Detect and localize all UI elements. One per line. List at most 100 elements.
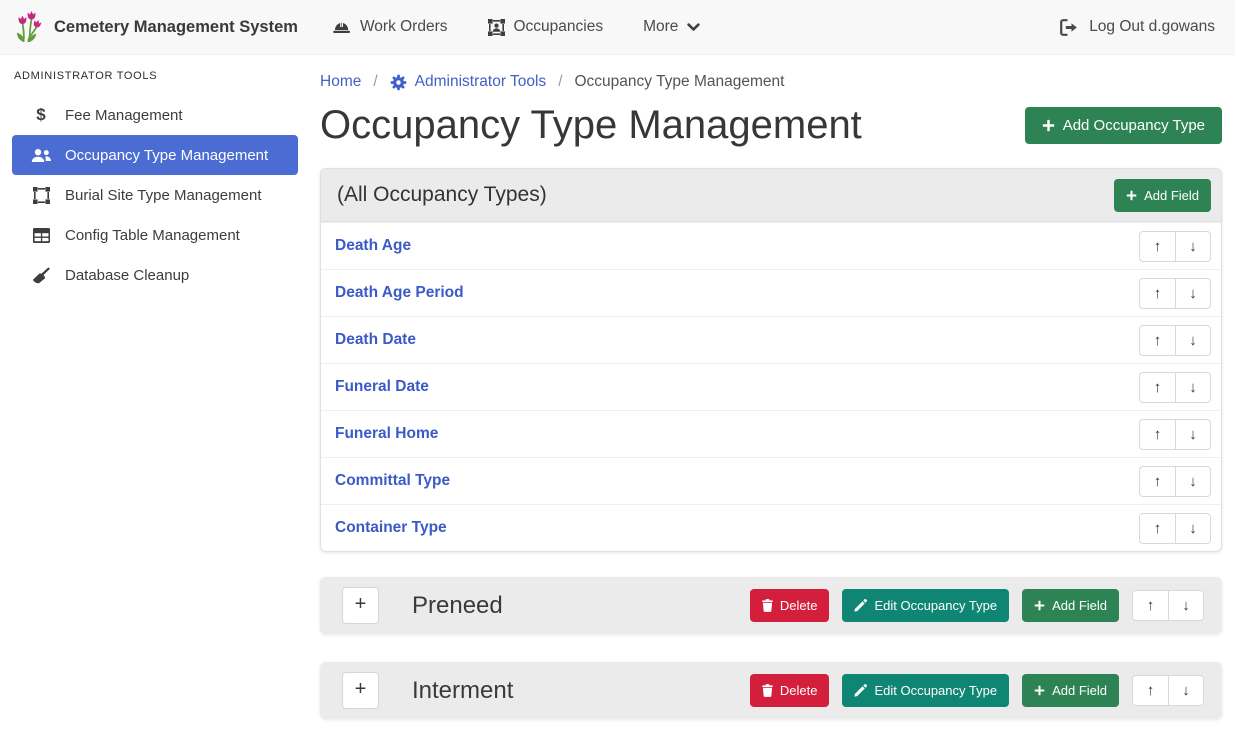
pencil-icon [854, 599, 867, 612]
add-occupancy-type-label: Add Occupancy Type [1063, 117, 1205, 134]
app-title: Cemetery Management System [54, 18, 298, 37]
move-down-button[interactable]: ↓ [1175, 513, 1211, 544]
edit-occupancy-type-button[interactable]: Edit Occupancy Type [842, 674, 1009, 707]
move-up-button[interactable]: ↑ [1139, 466, 1175, 497]
sidebar-item-config-table-management[interactable]: Config Table Management [12, 215, 298, 255]
arrow-up-icon: ↑ [1154, 285, 1162, 302]
arrow-down-icon: ↓ [1189, 332, 1197, 349]
reorder-buttons: ↑ ↓ [1132, 675, 1204, 706]
sidebar-item-label: Fee Management [65, 107, 183, 124]
expand-button[interactable]: + [342, 587, 379, 624]
plus-icon [1034, 600, 1045, 611]
move-down-button[interactable]: ↓ [1175, 325, 1211, 356]
add-field-button[interactable]: Add Field [1114, 179, 1211, 212]
move-down-button[interactable]: ↓ [1168, 590, 1204, 621]
trash-icon [762, 599, 773, 612]
move-down-button[interactable]: ↓ [1175, 231, 1211, 262]
add-field-button[interactable]: Add Field [1022, 589, 1119, 622]
add-occupancy-type-button[interactable]: Add Occupancy Type [1025, 107, 1222, 144]
occupancy-type-section-preneed: + Preneed Delete Edit Occupancy Type [320, 577, 1222, 634]
plus-icon [1042, 119, 1055, 132]
tulip-logo-icon [14, 10, 44, 44]
breadcrumb-home[interactable]: Home [320, 73, 361, 91]
sidebar-item-label: Burial Site Type Management [65, 187, 262, 204]
pencil-icon [854, 684, 867, 697]
arrow-up-icon: ↑ [1154, 520, 1162, 537]
sidebar-item-occupancy-type-management[interactable]: Occupancy Type Management [12, 135, 298, 175]
gear-icon [390, 74, 407, 91]
nav-link-label: Work Orders [360, 18, 448, 36]
delete-button[interactable]: Delete [750, 589, 830, 622]
reorder-buttons: ↑ ↓ [1132, 590, 1204, 621]
breadcrumb-current: Occupancy Type Management [575, 73, 785, 91]
arrow-up-icon: ↑ [1154, 238, 1162, 255]
expand-button[interactable]: + [342, 672, 379, 709]
move-down-button[interactable]: ↓ [1175, 419, 1211, 450]
arrow-up-icon: ↑ [1154, 473, 1162, 490]
field-link-funeral-home[interactable]: Funeral Home [335, 425, 438, 443]
breadcrumb-section-label: Administrator Tools [415, 73, 547, 91]
field-link-container-type[interactable]: Container Type [335, 519, 447, 537]
move-up-button[interactable]: ↑ [1139, 278, 1175, 309]
reorder-buttons: ↑ ↓ [1139, 372, 1211, 403]
arrow-down-icon: ↓ [1182, 597, 1190, 614]
move-up-button[interactable]: ↑ [1139, 513, 1175, 544]
arrow-down-icon: ↓ [1182, 682, 1190, 699]
field-row: Funeral Home ↑ ↓ [321, 410, 1221, 457]
chevron-down-icon [687, 23, 700, 32]
section-actions: Delete Edit Occupancy Type Add Field ↑ [750, 589, 1204, 622]
arrow-down-icon: ↓ [1189, 520, 1197, 537]
logout-link[interactable]: Log Out d.gowans [1060, 18, 1215, 36]
field-link-funeral-date[interactable]: Funeral Date [335, 378, 429, 396]
person-frame-icon [488, 19, 505, 36]
nav-occupancies[interactable]: Occupancies [468, 18, 624, 36]
add-field-button[interactable]: Add Field [1022, 674, 1119, 707]
add-field-label: Add Field [1144, 188, 1199, 203]
move-down-button[interactable]: ↓ [1175, 278, 1211, 309]
app-brand[interactable]: Cemetery Management System [14, 10, 298, 44]
arrow-up-icon: ↑ [1147, 682, 1155, 699]
field-row: Funeral Date ↑ ↓ [321, 363, 1221, 410]
field-link-committal-type[interactable]: Committal Type [335, 472, 450, 490]
field-link-death-date[interactable]: Death Date [335, 331, 416, 349]
nav-link-label: More [643, 18, 678, 36]
move-up-button[interactable]: ↑ [1132, 590, 1168, 621]
reorder-buttons: ↑ ↓ [1139, 325, 1211, 356]
frame-corners-icon [28, 187, 54, 204]
occupancy-type-section-interment: + Interment Delete Edit Occupancy Type [320, 662, 1222, 719]
dollar-icon: $ [28, 105, 54, 125]
sidebar-item-label: Occupancy Type Management [65, 147, 268, 164]
logout-label: Log Out d.gowans [1089, 18, 1215, 36]
card-title: (All Occupancy Types) [337, 183, 547, 207]
move-down-button[interactable]: ↓ [1175, 372, 1211, 403]
sidebar-item-fee-management[interactable]: $ Fee Management [12, 95, 298, 135]
arrow-up-icon: ↑ [1154, 332, 1162, 349]
field-link-death-age[interactable]: Death Age [335, 237, 411, 255]
delete-button[interactable]: Delete [750, 674, 830, 707]
arrow-down-icon: ↓ [1189, 379, 1197, 396]
sidebar-heading: ADMINISTRATOR TOOLS [14, 70, 298, 82]
arrow-down-icon: ↓ [1189, 285, 1197, 302]
move-up-button[interactable]: ↑ [1139, 231, 1175, 262]
move-up-button[interactable]: ↑ [1139, 325, 1175, 356]
field-link-death-age-period[interactable]: Death Age Period [335, 284, 464, 302]
edit-occupancy-type-button[interactable]: Edit Occupancy Type [842, 589, 1009, 622]
sidebar-item-burial-site-type-management[interactable]: Burial Site Type Management [12, 175, 298, 215]
sidebar-item-label: Database Cleanup [65, 267, 189, 284]
sidebar-item-database-cleanup[interactable]: Database Cleanup [12, 255, 298, 295]
move-down-button[interactable]: ↓ [1175, 466, 1211, 497]
reorder-buttons: ↑ ↓ [1139, 513, 1211, 544]
page-title: Occupancy Type Management [320, 103, 862, 148]
move-up-button[interactable]: ↑ [1139, 419, 1175, 450]
nav-link-label: Occupancies [514, 18, 604, 36]
nav-work-orders[interactable]: Work Orders [312, 18, 468, 36]
move-down-button[interactable]: ↓ [1168, 675, 1204, 706]
move-up-button[interactable]: ↑ [1132, 675, 1168, 706]
move-up-button[interactable]: ↑ [1139, 372, 1175, 403]
breadcrumb: Home / Administrat [320, 73, 1222, 91]
edit-occupancy-type-label: Edit Occupancy Type [874, 598, 997, 613]
nav-more[interactable]: More [623, 18, 720, 36]
arrow-up-icon: ↑ [1147, 597, 1155, 614]
breadcrumb-administrator-tools[interactable]: Administrator Tools [390, 73, 547, 91]
add-field-label: Add Field [1052, 598, 1107, 613]
